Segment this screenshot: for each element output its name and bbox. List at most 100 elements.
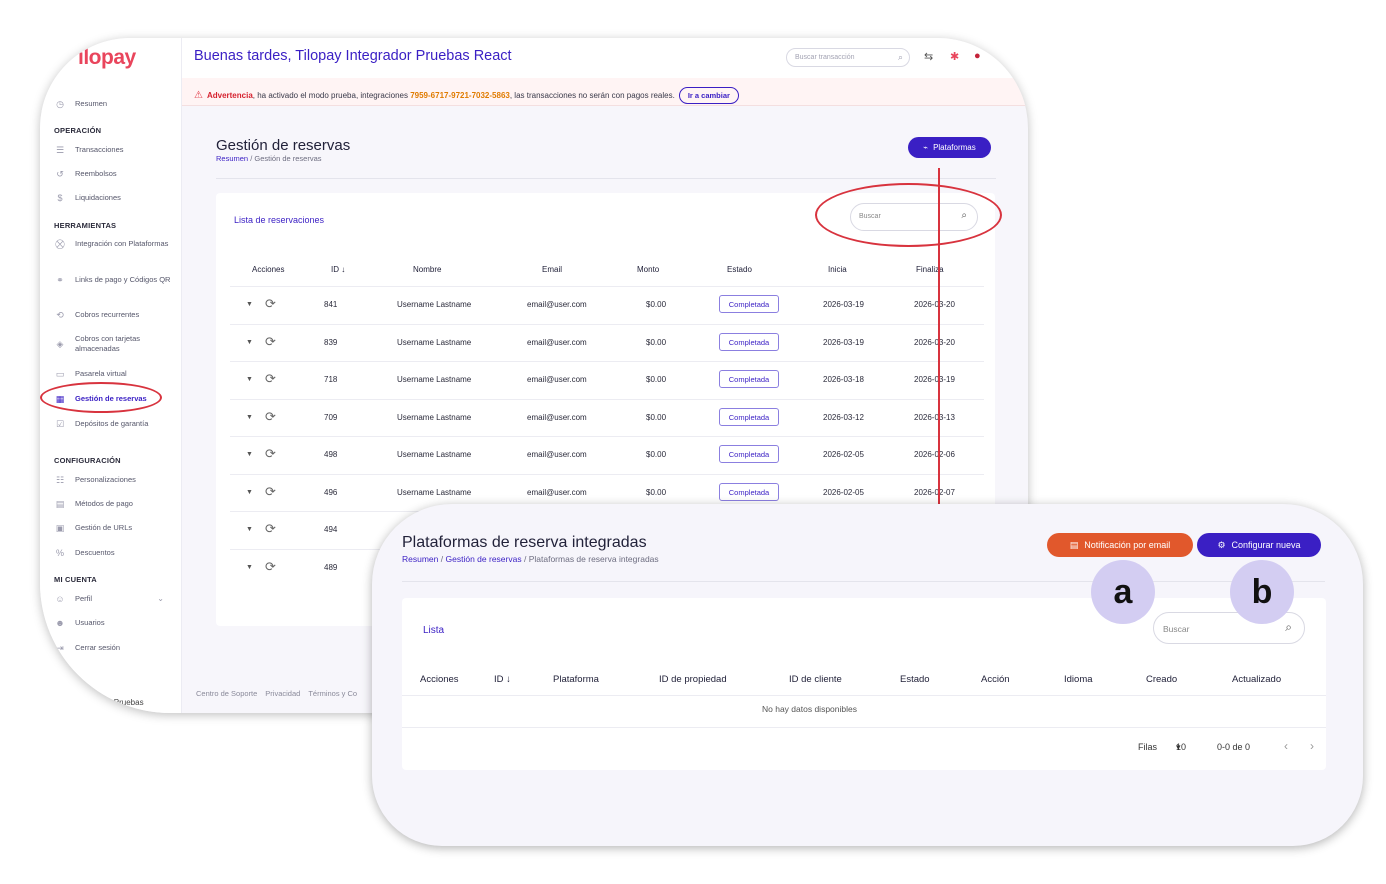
refund-icon: ↺ bbox=[56, 169, 64, 179]
breadcrumb-gestion[interactable]: Gestión de reservas bbox=[446, 554, 522, 564]
search-icon: ⌕ bbox=[897, 52, 903, 62]
col-plataforma: Plataforma bbox=[553, 674, 599, 685]
col-id-propiedad: ID de propiedad bbox=[659, 674, 727, 685]
sidebar-item-usuarios[interactable]: ☻ Usuarios bbox=[54, 618, 178, 628]
transaction-search-input[interactable]: Buscar transacción ⌕ bbox=[786, 48, 910, 67]
top-bar: Buenas tardes, Tilopay Integrador Prueba… bbox=[182, 38, 1028, 78]
col-estado: Estado bbox=[900, 674, 930, 685]
sidebar-item-urls[interactable]: ▣ Gestión de URLs bbox=[54, 523, 178, 533]
expand-caret-icon[interactable]: ▼ bbox=[246, 414, 253, 421]
col-id-cliente: ID de cliente bbox=[789, 674, 842, 685]
sidebar-item-metodos[interactable]: ▤ Métodos de pago bbox=[54, 499, 178, 509]
expand-caret-icon[interactable]: ▼ bbox=[246, 339, 253, 346]
sync-icon[interactable]: ⟳ bbox=[265, 409, 276, 425]
status-badge: Completada bbox=[719, 445, 779, 463]
sidebar-item-pasarela[interactable]: ▭ Pasarela virtual bbox=[54, 369, 178, 379]
warning-icon: ⚠ bbox=[194, 90, 203, 101]
footer-soporte-link[interactable]: Centro de Soporte bbox=[196, 689, 257, 698]
sidebar-section-configuracion: CONFIGURACIÓN bbox=[54, 456, 121, 465]
highlight-ellipse-sidebar bbox=[40, 382, 162, 413]
col-id[interactable]: ID ↓ bbox=[494, 674, 511, 685]
col-inicia: Inicia bbox=[828, 265, 847, 274]
chevron-down-icon: ⌄ bbox=[157, 594, 164, 603]
card-icon: ▭ bbox=[55, 369, 65, 379]
expand-caret-icon[interactable]: ▼ bbox=[246, 451, 253, 458]
configure-new-button[interactable]: ⚙ Configurar nueva bbox=[1197, 533, 1321, 557]
expand-caret-icon[interactable]: ▼ bbox=[246, 564, 253, 571]
table-row: ▼ ⟳ 839 Username Lastname email@user.com $0.… bbox=[230, 324, 984, 362]
footer-terminos-link[interactable]: Términos y Co bbox=[308, 689, 357, 698]
sync-icon[interactable]: ⟳ bbox=[265, 371, 276, 387]
sidebar-item-links[interactable]: ⚭ Links de pago y Códigos QR bbox=[54, 275, 178, 285]
sync-icon[interactable]: ⟳ bbox=[265, 446, 276, 462]
sidebar-item-personalizaciones[interactable]: ☷ Personalizaciones bbox=[54, 475, 178, 485]
sparkle-icon[interactable]: ✱ bbox=[950, 50, 959, 63]
table-header: Acciones ID ↓ Nombre Email Monto Estado … bbox=[216, 265, 986, 279]
sync-icon[interactable]: ⟳ bbox=[265, 334, 276, 350]
breadcrumb-resumen[interactable]: Resumen bbox=[402, 554, 438, 564]
dollar-icon: $ bbox=[57, 193, 63, 203]
sidebar-item-cerrar-sesion[interactable]: ⇥ Cerrar sesión bbox=[54, 643, 178, 653]
gear-icon: ⚙ bbox=[1217, 539, 1226, 550]
sidebar-item-perfil[interactable]: ☺ Perfil ⌄ bbox=[54, 594, 178, 604]
annotation-marker-a: a bbox=[1091, 560, 1155, 624]
table-row: ▼ ⟳ 841 Username Lastname email@user.com $0.… bbox=[230, 286, 984, 324]
footer-privacidad-link[interactable]: Privacidad bbox=[265, 689, 300, 698]
sidebar-item-reembolsos[interactable]: ↺ Reembolsos bbox=[54, 169, 178, 179]
status-badge: Completada bbox=[719, 295, 779, 313]
sidebar-item-descuentos[interactable]: % Descuentos bbox=[54, 548, 178, 558]
sidebar: ılopay ◷ Resumen OPERACIÓN ☰ Transacciones… bbox=[40, 38, 182, 713]
change-mode-button[interactable]: Ir a cambiar bbox=[678, 87, 739, 104]
greeting: Buenas tardes, Tilopay Integrador Prueba… bbox=[194, 48, 512, 64]
sidebar-item-liquidaciones[interactable]: $ Liquidaciones bbox=[54, 193, 178, 203]
sidebar-item-integracion[interactable]: ⛒ Integración con Plataformas bbox=[54, 239, 178, 249]
search-icon: ⌕ bbox=[1285, 620, 1292, 634]
sync-icon[interactable]: ⟳ bbox=[265, 521, 276, 537]
breadcrumb: Resumen / Gestión de reservas / Platafor… bbox=[402, 554, 659, 564]
next-page-icon[interactable]: › bbox=[1310, 739, 1314, 753]
col-actualizado: Actualizado bbox=[1232, 674, 1282, 685]
expand-caret-icon[interactable]: ▼ bbox=[246, 376, 253, 383]
tilopay-logo: ılopay bbox=[78, 46, 136, 69]
breadcrumb: Resumen / Gestión de reservas bbox=[216, 154, 322, 163]
expand-caret-icon[interactable]: ▼ bbox=[246, 301, 253, 308]
sidebar-section-herramientas: HERRAMIENTAS bbox=[54, 221, 117, 230]
table-row: ▼ ⟳ 709 Username Lastname email@user.com $0.… bbox=[230, 399, 984, 437]
col-idioma: Idioma bbox=[1064, 674, 1093, 685]
col-nombre: Nombre bbox=[413, 265, 442, 274]
col-id[interactable]: ID ↓ bbox=[331, 265, 345, 274]
swap-icon[interactable]: ⇆ bbox=[924, 50, 933, 63]
sidebar-item-resumen[interactable]: ◷ Resumen bbox=[54, 99, 178, 109]
sidebar-item-cobros-recurrentes[interactable]: ⟲ Cobros recurrentes bbox=[54, 310, 178, 320]
cart-icon: ⛒ bbox=[55, 239, 65, 249]
breadcrumb-resumen[interactable]: Resumen bbox=[216, 154, 248, 163]
sync-icon[interactable]: ⟳ bbox=[265, 559, 276, 575]
users-icon: ☻ bbox=[55, 618, 65, 628]
layers-icon: ◈ bbox=[56, 339, 64, 349]
checkbox-icon: ☑ bbox=[55, 419, 65, 429]
table-row: ▼ ⟳ 498 Username Lastname email@user.com $0.… bbox=[230, 436, 984, 474]
flag-icon[interactable]: ● bbox=[974, 50, 981, 62]
email-notification-button[interactable]: ▤ Notificación por email bbox=[1047, 533, 1193, 557]
repeat-icon: ⟲ bbox=[56, 310, 64, 320]
platforms-list-title: Lista bbox=[423, 625, 445, 636]
expand-caret-icon[interactable]: ▼ bbox=[246, 489, 253, 496]
caret-down-icon: ▾ bbox=[1176, 742, 1181, 752]
plug-icon: ⌁ bbox=[923, 143, 929, 152]
rows-per-page-label: Filas bbox=[1138, 742, 1158, 752]
col-acciones: Acciones bbox=[252, 265, 285, 274]
status-badge: Completada bbox=[719, 483, 779, 501]
sidebar-item-transacciones[interactable]: ☰ Transacciones bbox=[54, 145, 178, 155]
sidebar-item-cobros-tarjetas[interactable]: ◈ Cobros con tarjetas almacenadas bbox=[54, 334, 178, 354]
page-range: 0-0 de 0 bbox=[1217, 742, 1251, 752]
prev-page-icon[interactable]: ‹ bbox=[1284, 739, 1288, 753]
status-badge: Completada bbox=[719, 333, 779, 351]
sync-icon[interactable]: ⟳ bbox=[265, 484, 276, 500]
sync-icon[interactable]: ⟳ bbox=[265, 296, 276, 312]
divider bbox=[216, 178, 996, 179]
sidebar-item-depositos[interactable]: ☑ Depósitos de garantía bbox=[54, 419, 178, 429]
platforms-button[interactable]: ⌁ Plataformas bbox=[908, 137, 991, 158]
integrated-platforms-window: Plataformas de reserva integradas Resume… bbox=[372, 504, 1363, 846]
status-badge: Completada bbox=[719, 408, 779, 426]
expand-caret-icon[interactable]: ▼ bbox=[246, 526, 253, 533]
